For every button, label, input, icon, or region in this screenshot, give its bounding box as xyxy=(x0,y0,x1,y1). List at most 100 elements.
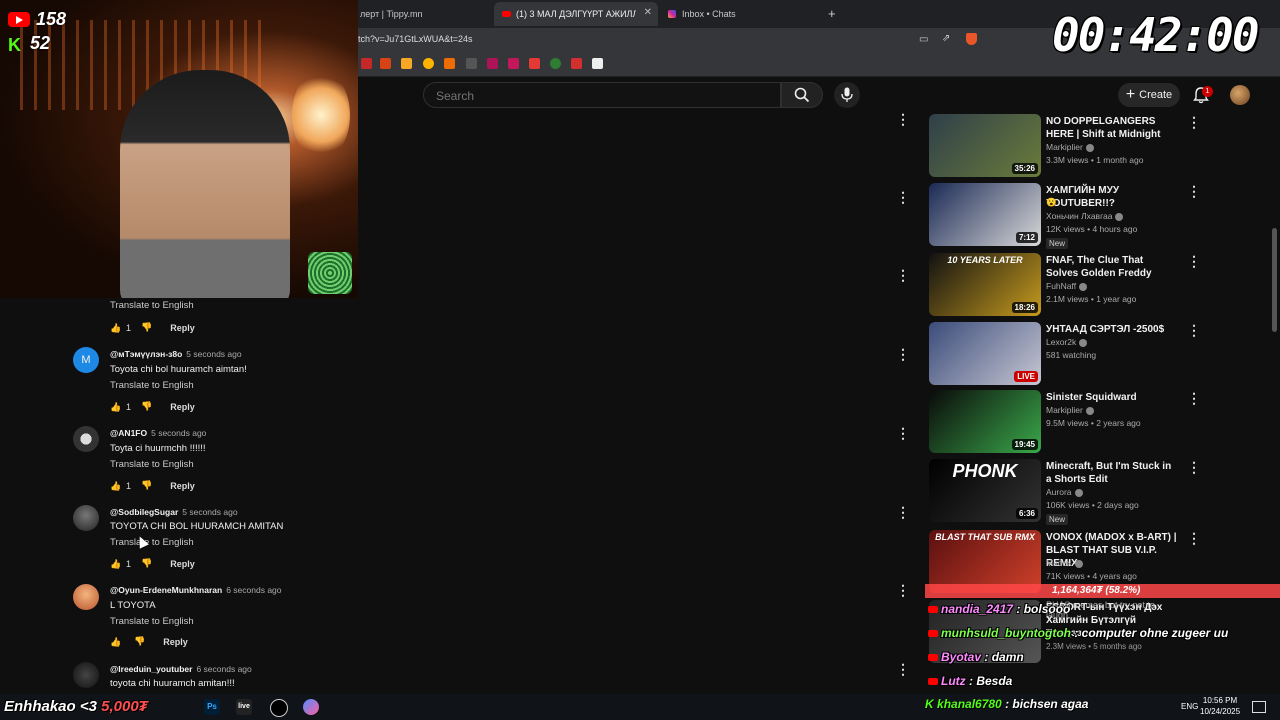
comment-time[interactable]: 5 seconds ago xyxy=(182,507,237,517)
channel-name[interactable]: Markiplier xyxy=(1046,142,1094,152)
more-options-icon[interactable]: ⋮ xyxy=(1187,254,1201,268)
more-options-icon[interactable]: ⋮ xyxy=(896,112,910,126)
video-title[interactable]: Minecraft, But I'm Stuck in a Shorts Edi… xyxy=(1046,460,1178,486)
channel-name[interactable]: FuhNaff xyxy=(1046,281,1088,291)
language-indicator[interactable]: ENG xyxy=(1181,702,1198,711)
comment-time[interactable]: 5 seconds ago xyxy=(151,428,206,438)
browser-tab[interactable]: Inbox • Chats xyxy=(660,2,820,26)
translate-link[interactable]: Translate to English xyxy=(110,537,194,548)
brave-shield-icon[interactable] xyxy=(966,33,977,45)
more-options-icon[interactable]: ⋮ xyxy=(896,426,910,440)
voice-search-button[interactable] xyxy=(834,82,860,108)
like-icon[interactable]: 👍 xyxy=(110,402,121,412)
video-thumbnail[interactable]: 10 YEARS LATER 18:26 xyxy=(929,253,1041,316)
account-avatar[interactable] xyxy=(1230,85,1250,105)
video-title[interactable]: УНТААД СЭРТЭЛ -2500$ xyxy=(1046,323,1178,336)
bookmark-icon[interactable] xyxy=(508,58,519,69)
create-button[interactable]: + Create xyxy=(1118,83,1180,107)
more-options-icon[interactable]: ⋮ xyxy=(1187,115,1201,129)
reply-button[interactable]: Reply xyxy=(163,637,188,647)
video-title[interactable]: FNAF, The Clue That Solves Golden Freddy xyxy=(1046,254,1178,280)
translate-link[interactable]: Translate to English xyxy=(110,380,194,391)
comment-author[interactable]: @Ireeduin_youtuber xyxy=(110,664,192,674)
comment-author[interactable]: @SodbilegSugar xyxy=(110,507,178,517)
comment-avatar[interactable] xyxy=(73,505,99,531)
bookmark-icon[interactable] xyxy=(529,58,540,69)
more-options-icon[interactable]: ⋮ xyxy=(896,505,910,519)
search-input[interactable] xyxy=(434,88,768,104)
close-tab-icon[interactable]: ✕ xyxy=(644,7,652,18)
reply-button[interactable]: Reply xyxy=(170,402,195,412)
dislike-icon[interactable]: 👎 xyxy=(141,558,152,569)
dislike-icon[interactable]: 👎 xyxy=(141,322,152,333)
bookmark-icon[interactable] xyxy=(466,58,477,69)
more-options-icon[interactable]: ⋮ xyxy=(896,662,910,676)
live-app-icon[interactable]: live xyxy=(236,699,252,715)
more-options-icon[interactable]: ⋮ xyxy=(896,347,910,361)
bookmark-icon[interactable] xyxy=(380,58,391,69)
browser-tab-active[interactable]: (1) 3 МАЛ ДЭЛГҮҮРТ АЖИЛЛАВ ✕ xyxy=(494,2,658,26)
dislike-icon[interactable]: 👎 xyxy=(134,636,145,647)
comment-author[interactable]: @мТэмүүлэн-з8о xyxy=(110,349,182,359)
video-title[interactable]: ХАМГИЙН МУУ YOUTUBER!!? xyxy=(1046,184,1178,210)
more-options-icon[interactable]: ⋮ xyxy=(1187,323,1201,337)
reply-button[interactable]: Reply xyxy=(170,559,195,569)
bookmark-icon[interactable] xyxy=(361,58,372,69)
bookmark-icon[interactable] xyxy=(592,58,603,69)
video-title[interactable]: Sinister Squidward xyxy=(1046,391,1178,404)
dislike-icon[interactable]: 👎 xyxy=(141,401,152,412)
channel-name[interactable]: Markiplier xyxy=(1046,405,1094,415)
comment-time[interactable]: 6 seconds ago xyxy=(226,585,281,595)
comment-time[interactable]: 6 seconds ago xyxy=(196,664,251,674)
bookmark-icon[interactable] xyxy=(487,58,498,69)
reply-button[interactable]: Reply xyxy=(170,323,195,333)
comment-author[interactable]: @AN1FO xyxy=(110,428,147,438)
new-tab-button[interactable]: + xyxy=(828,6,836,21)
comment-author[interactable]: @Oyun-ErdeneMunkhnaran xyxy=(110,585,222,595)
clock[interactable]: 10:56 PM 10/24/2025 xyxy=(1200,695,1240,717)
bookmark-icon[interactable] xyxy=(444,58,455,69)
like-icon[interactable]: 👍 xyxy=(110,559,121,569)
cast-icon[interactable]: ▭ xyxy=(919,34,928,45)
more-options-icon[interactable]: ⋮ xyxy=(1187,460,1201,474)
like-icon[interactable]: 👍 xyxy=(110,323,121,333)
more-options-icon[interactable]: ⋮ xyxy=(1187,184,1201,198)
bookmark-icon[interactable] xyxy=(550,58,561,69)
comment-avatar[interactable] xyxy=(73,662,99,688)
video-thumbnail[interactable]: PHONK 6:36 xyxy=(929,459,1041,522)
bookmark-icon[interactable] xyxy=(571,58,582,69)
obs-icon[interactable] xyxy=(270,699,288,717)
comment-time[interactable]: 5 seconds ago xyxy=(186,349,241,359)
comment-avatar[interactable] xyxy=(73,426,99,452)
video-thumbnail[interactable]: LIVE xyxy=(929,322,1041,385)
like-icon[interactable]: 👍 xyxy=(110,637,121,647)
share-icon[interactable]: ⇗ xyxy=(942,33,950,44)
video-thumbnail[interactable]: 19:45 xyxy=(929,390,1041,453)
video-thumbnail[interactable]: 35:26 xyxy=(929,114,1041,177)
comment-avatar[interactable] xyxy=(73,584,99,610)
more-options-icon[interactable]: ⋮ xyxy=(896,268,910,282)
channel-name[interactable]: Lexor2k xyxy=(1046,337,1088,347)
channel-name[interactable]: Madox xyxy=(1046,558,1083,568)
more-options-icon[interactable]: ⋮ xyxy=(896,583,910,597)
dislike-icon[interactable]: 👎 xyxy=(141,480,152,491)
translate-link[interactable]: Translate to English xyxy=(110,616,194,627)
video-title[interactable]: NO DOPPELGANGERS HERE | Shift at Midnigh… xyxy=(1046,115,1178,141)
translate-link[interactable]: Translate to English xyxy=(110,459,194,470)
video-thumbnail[interactable]: 7:12 xyxy=(929,183,1041,246)
more-options-icon[interactable]: ⋮ xyxy=(1187,391,1201,405)
bookmark-icon[interactable] xyxy=(401,58,412,69)
translate-link[interactable]: Translate to English xyxy=(110,300,194,311)
browser-app-icon[interactable] xyxy=(303,699,319,715)
url-text[interactable]: tch?v=Ju71GtLxWUA&t=24s xyxy=(358,34,473,44)
more-options-icon[interactable]: ⋮ xyxy=(1187,531,1201,545)
more-options-icon[interactable]: ⋮ xyxy=(896,190,910,204)
bookmark-icon[interactable] xyxy=(423,58,434,69)
photoshop-icon[interactable]: Ps xyxy=(204,699,220,715)
channel-name[interactable]: Aurora xyxy=(1046,487,1083,497)
scrollbar-thumb[interactable] xyxy=(1272,228,1277,332)
reply-button[interactable]: Reply xyxy=(170,481,195,491)
comment-avatar[interactable]: M xyxy=(73,347,99,373)
channel-name[interactable]: Хоньчин Лхавгаа xyxy=(1046,211,1124,221)
browser-tab[interactable]: лерт | Tippy.mn xyxy=(352,2,492,26)
